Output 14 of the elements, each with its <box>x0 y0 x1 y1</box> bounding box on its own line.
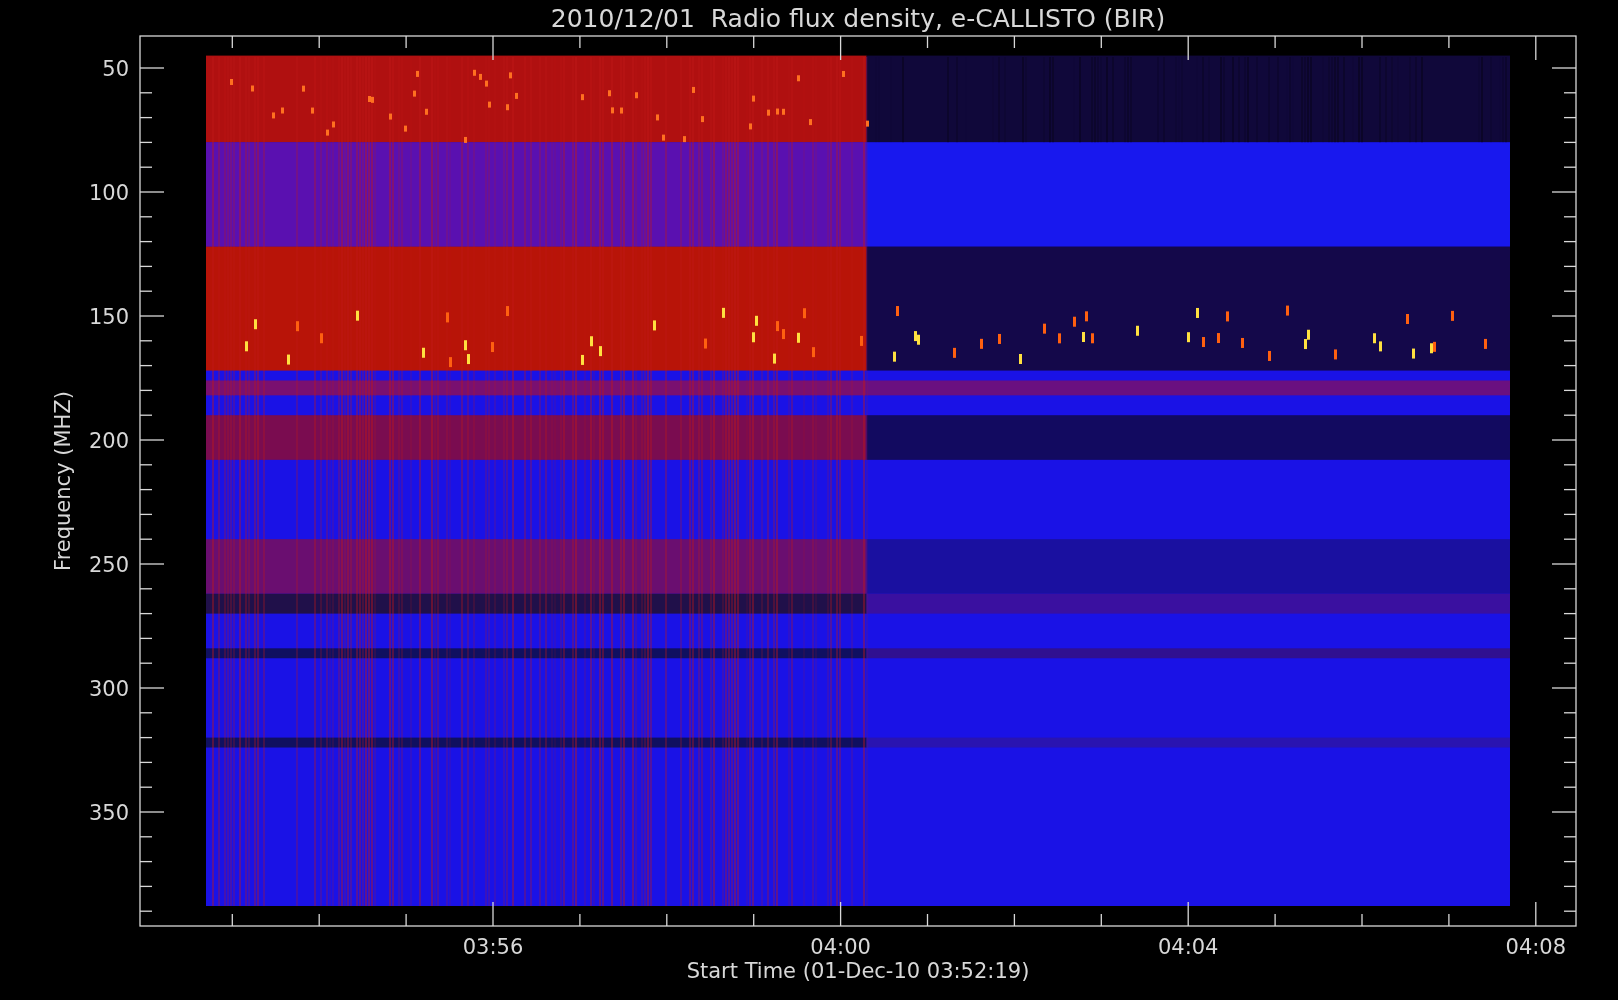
y-tick-label: 350 <box>88 801 129 825</box>
y-tick-label: 300 <box>88 677 129 701</box>
y-tick-label: 250 <box>88 553 129 577</box>
x-tick-label: 04:08 <box>1505 935 1567 959</box>
y-tick-label: 200 <box>88 429 129 453</box>
x-tick-label: 04:04 <box>1157 935 1219 959</box>
x-tick-label: 04:00 <box>810 935 871 959</box>
x-tick-label: 03:56 <box>462 935 524 959</box>
x-axis-label: Start Time (01-Dec-10 03:52:19) <box>686 959 1030 983</box>
y-axis-label: Frequency (MHZ) <box>51 391 75 571</box>
y-tick-label: 100 <box>88 181 129 205</box>
y-tick-label: 50 <box>102 57 129 81</box>
y-tick-label: 150 <box>88 305 129 329</box>
chart-title: 2010/12/01 Radio flux density, e-CALLISTO (BIR) <box>550 4 1166 33</box>
